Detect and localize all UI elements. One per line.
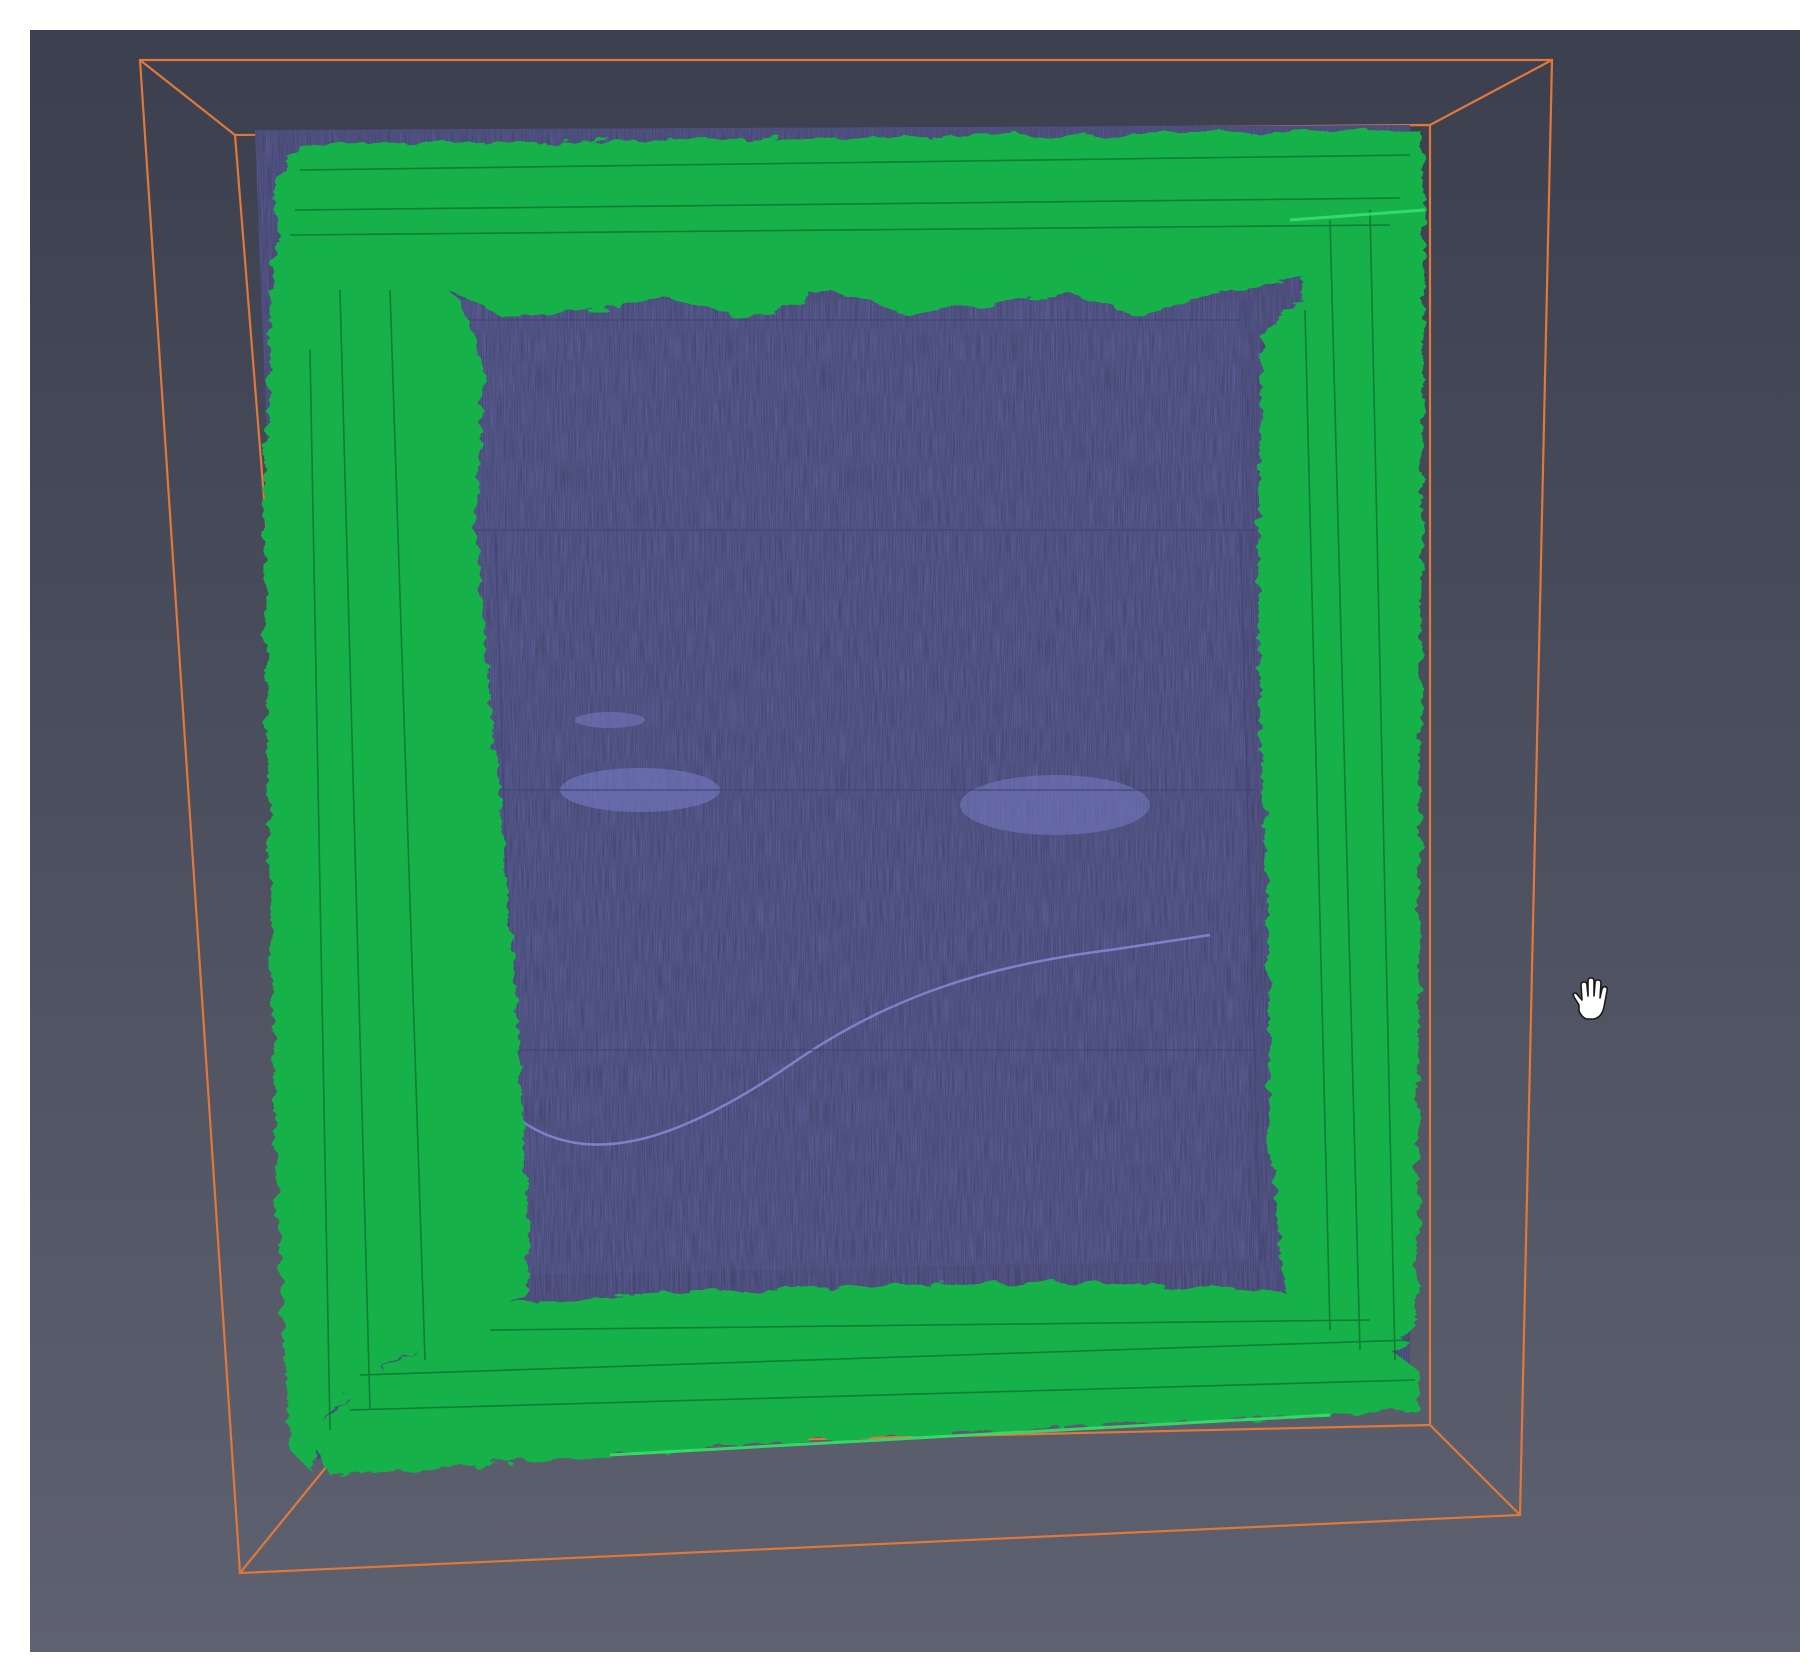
render-scene[interactable] xyxy=(30,30,1800,1652)
volume-artifact xyxy=(960,775,1150,835)
volume-artifact xyxy=(575,712,645,728)
segmentation-right-bar xyxy=(1258,195,1425,1375)
3d-render-viewport[interactable] xyxy=(30,30,1800,1652)
hand-pan-icon xyxy=(1572,977,1609,1020)
